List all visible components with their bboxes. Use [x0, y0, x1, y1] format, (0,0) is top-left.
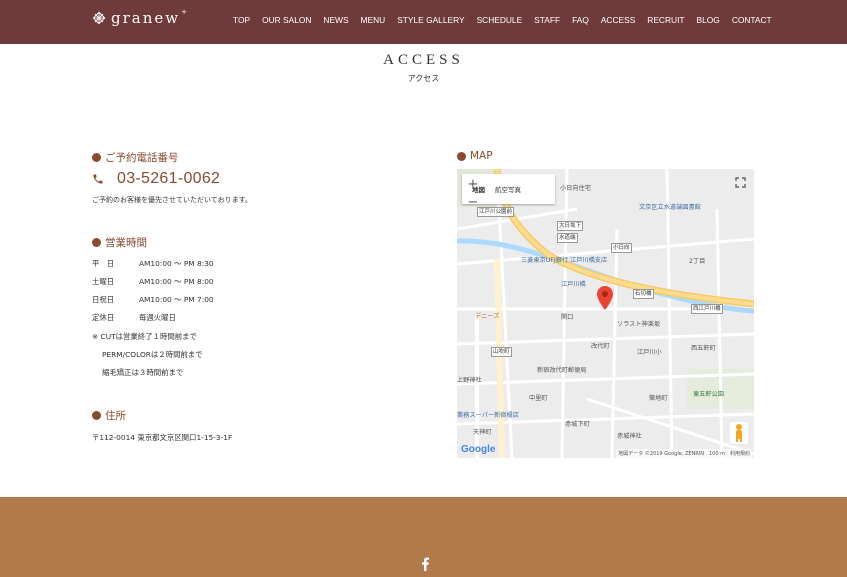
hours-day: 定休日: [92, 313, 115, 322]
map-attribution[interactable]: 地図データ ©2019 Google, ZENRIN 100 m 利用規約: [616, 449, 752, 458]
map-label: 赤城神社: [617, 433, 642, 440]
nav-menu[interactable]: MENU: [361, 15, 386, 25]
nav-schedule[interactable]: SCHEDULE: [477, 15, 523, 25]
fullscreen-icon[interactable]: [735, 177, 746, 188]
map-label: 築地町: [649, 395, 668, 402]
map-label: 天神町: [473, 429, 492, 436]
map-badge: 江戸川公園前: [477, 207, 515, 217]
hours-note: ※ CUTは営業終了１時間前まで: [92, 332, 197, 341]
hours-day: 日祝日: [92, 295, 115, 304]
heading-bullet-icon: [92, 238, 101, 247]
map-badge: 石切橋: [633, 289, 654, 299]
hours-notes: ※ CUTは営業終了１時間前まで PERM/COLORは２時間前まで 縮毛矯正は…: [92, 331, 203, 385]
map-heading-text: MAP: [470, 150, 493, 162]
map-label: 文京区立水道端図書館: [639, 204, 701, 211]
site-logo[interactable]: granew +: [92, 8, 187, 27]
page-subtitle: アクセス: [407, 74, 440, 83]
reservation-heading: ご予約電話番号: [92, 150, 179, 165]
nav-contact[interactable]: CONTACT: [732, 15, 772, 25]
hours-row: 定休日 毎週火曜日: [92, 312, 214, 330]
hours-note: 縮毛矯正は３時間前まで: [102, 368, 184, 377]
map-label: 2丁目: [689, 258, 706, 265]
hours-time: AM10:00 〜 PM 8:30: [139, 259, 214, 268]
address-text: 〒112-0014 東京都文京区関口1-15-3-1F: [92, 433, 233, 442]
map-label: 東五軒公園: [693, 391, 724, 398]
nav-access[interactable]: ACCESS: [601, 15, 635, 25]
map-type-satellite[interactable]: 航空写真: [485, 184, 521, 194]
address-heading-text: 住所: [105, 410, 126, 422]
hours-day: 土曜日: [92, 277, 115, 286]
map-label: 江戸川小: [637, 349, 662, 356]
map-label: 改代町: [591, 343, 610, 350]
hours-row: 土曜日 AM10:00 〜 PM 8:00: [92, 276, 214, 294]
hours-time: 毎週火曜日: [139, 313, 176, 322]
hours-row: 日祝日 AM10:00 〜 PM 7:00: [92, 294, 214, 312]
map-label: 江戸川橋: [561, 281, 586, 288]
hours-day: 平 日: [92, 259, 115, 268]
main-nav: TOP OUR SALON NEWS MENU STYLE GALLERY SC…: [233, 15, 772, 25]
google-logo: Google: [461, 444, 495, 455]
phone-icon: [93, 174, 103, 184]
map-label: 関口: [561, 314, 574, 321]
hours-heading: 営業時間: [92, 235, 147, 250]
zoom-in-button[interactable]: +: [464, 176, 482, 194]
map-marker-icon[interactable]: [597, 286, 613, 310]
map-label: 業務スーパー新宿榎店: [457, 412, 519, 419]
logo-star: +: [181, 8, 187, 16]
map-badge: 山吹町: [491, 347, 512, 357]
map-label: 西五軒町: [691, 345, 716, 352]
nav-staff[interactable]: STAFF: [534, 15, 560, 25]
site-header: granew + TOP OUR SALON NEWS MENU STYLE GA…: [0, 0, 847, 44]
phone-row[interactable]: 03-5261-0062: [92, 170, 220, 188]
hours-note: PERM/COLORは２時間前まで: [102, 350, 203, 359]
nav-top[interactable]: TOP: [233, 15, 250, 25]
map-badge: 水道端: [557, 233, 578, 243]
google-map[interactable]: 小日向住宅 文京区立水道端図書館 江戸川公園前 大日坂下 水道端 小日向 三菱東…: [457, 169, 754, 458]
nav-style-gallery[interactable]: STYLE GALLERY: [397, 15, 464, 25]
map-heading: MAP: [457, 150, 493, 162]
map-label: 新宿改代町郵便局: [537, 367, 587, 374]
phone-number[interactable]: 03-5261-0062: [117, 170, 220, 188]
map-label: 赤城下町: [565, 421, 590, 428]
nav-our-salon[interactable]: OUR SALON: [262, 15, 311, 25]
logo-mark-icon: [92, 11, 106, 25]
reservation-heading-text: ご予約電話番号: [105, 152, 179, 164]
address-heading: 住所: [92, 408, 126, 423]
hours-time: AM10:00 〜 PM 7:00: [139, 295, 214, 304]
street-view-pegman-icon[interactable]: [730, 422, 748, 444]
map-badge: 大日坂下: [557, 221, 584, 231]
map-badge: 西江戸川橋: [691, 304, 723, 314]
facebook-icon[interactable]: [420, 557, 430, 571]
map-label: 小日向住宅: [560, 185, 591, 192]
map-label: ソラスト神楽坂: [617, 321, 661, 328]
google-logo-text: Google: [461, 444, 496, 455]
nav-faq[interactable]: FAQ: [572, 15, 589, 25]
heading-bullet-icon: [457, 151, 466, 161]
heading-bullet-icon: [92, 411, 101, 420]
nav-news[interactable]: NEWS: [323, 15, 348, 25]
logo-text: granew: [111, 9, 181, 27]
map-label: 三菱東京UFJ銀行 江戸川橋支店: [521, 257, 608, 264]
map-label: 上野神社: [457, 377, 482, 384]
reservation-note: ご予約のお客様を優先させていただいております。: [92, 196, 252, 204]
nav-recruit[interactable]: RECRUIT: [647, 15, 684, 25]
map-label: デニーズ: [475, 313, 500, 320]
hours-time: AM10:00 〜 PM 8:00: [139, 277, 214, 286]
hours-row: 平 日 AM10:00 〜 PM 8:30: [92, 258, 214, 276]
map-label: 中里町: [529, 395, 548, 402]
heading-bullet-icon: [92, 153, 101, 162]
hours-table: 平 日 AM10:00 〜 PM 8:30 土曜日 AM10:00 〜 PM 8…: [92, 258, 214, 330]
nav-blog[interactable]: BLOG: [697, 15, 720, 25]
hours-heading-text: 営業時間: [105, 237, 147, 249]
zoom-out-button[interactable]: −: [464, 194, 482, 212]
map-badge: 小日向: [611, 243, 632, 253]
page-title: ACCESS: [383, 52, 464, 68]
